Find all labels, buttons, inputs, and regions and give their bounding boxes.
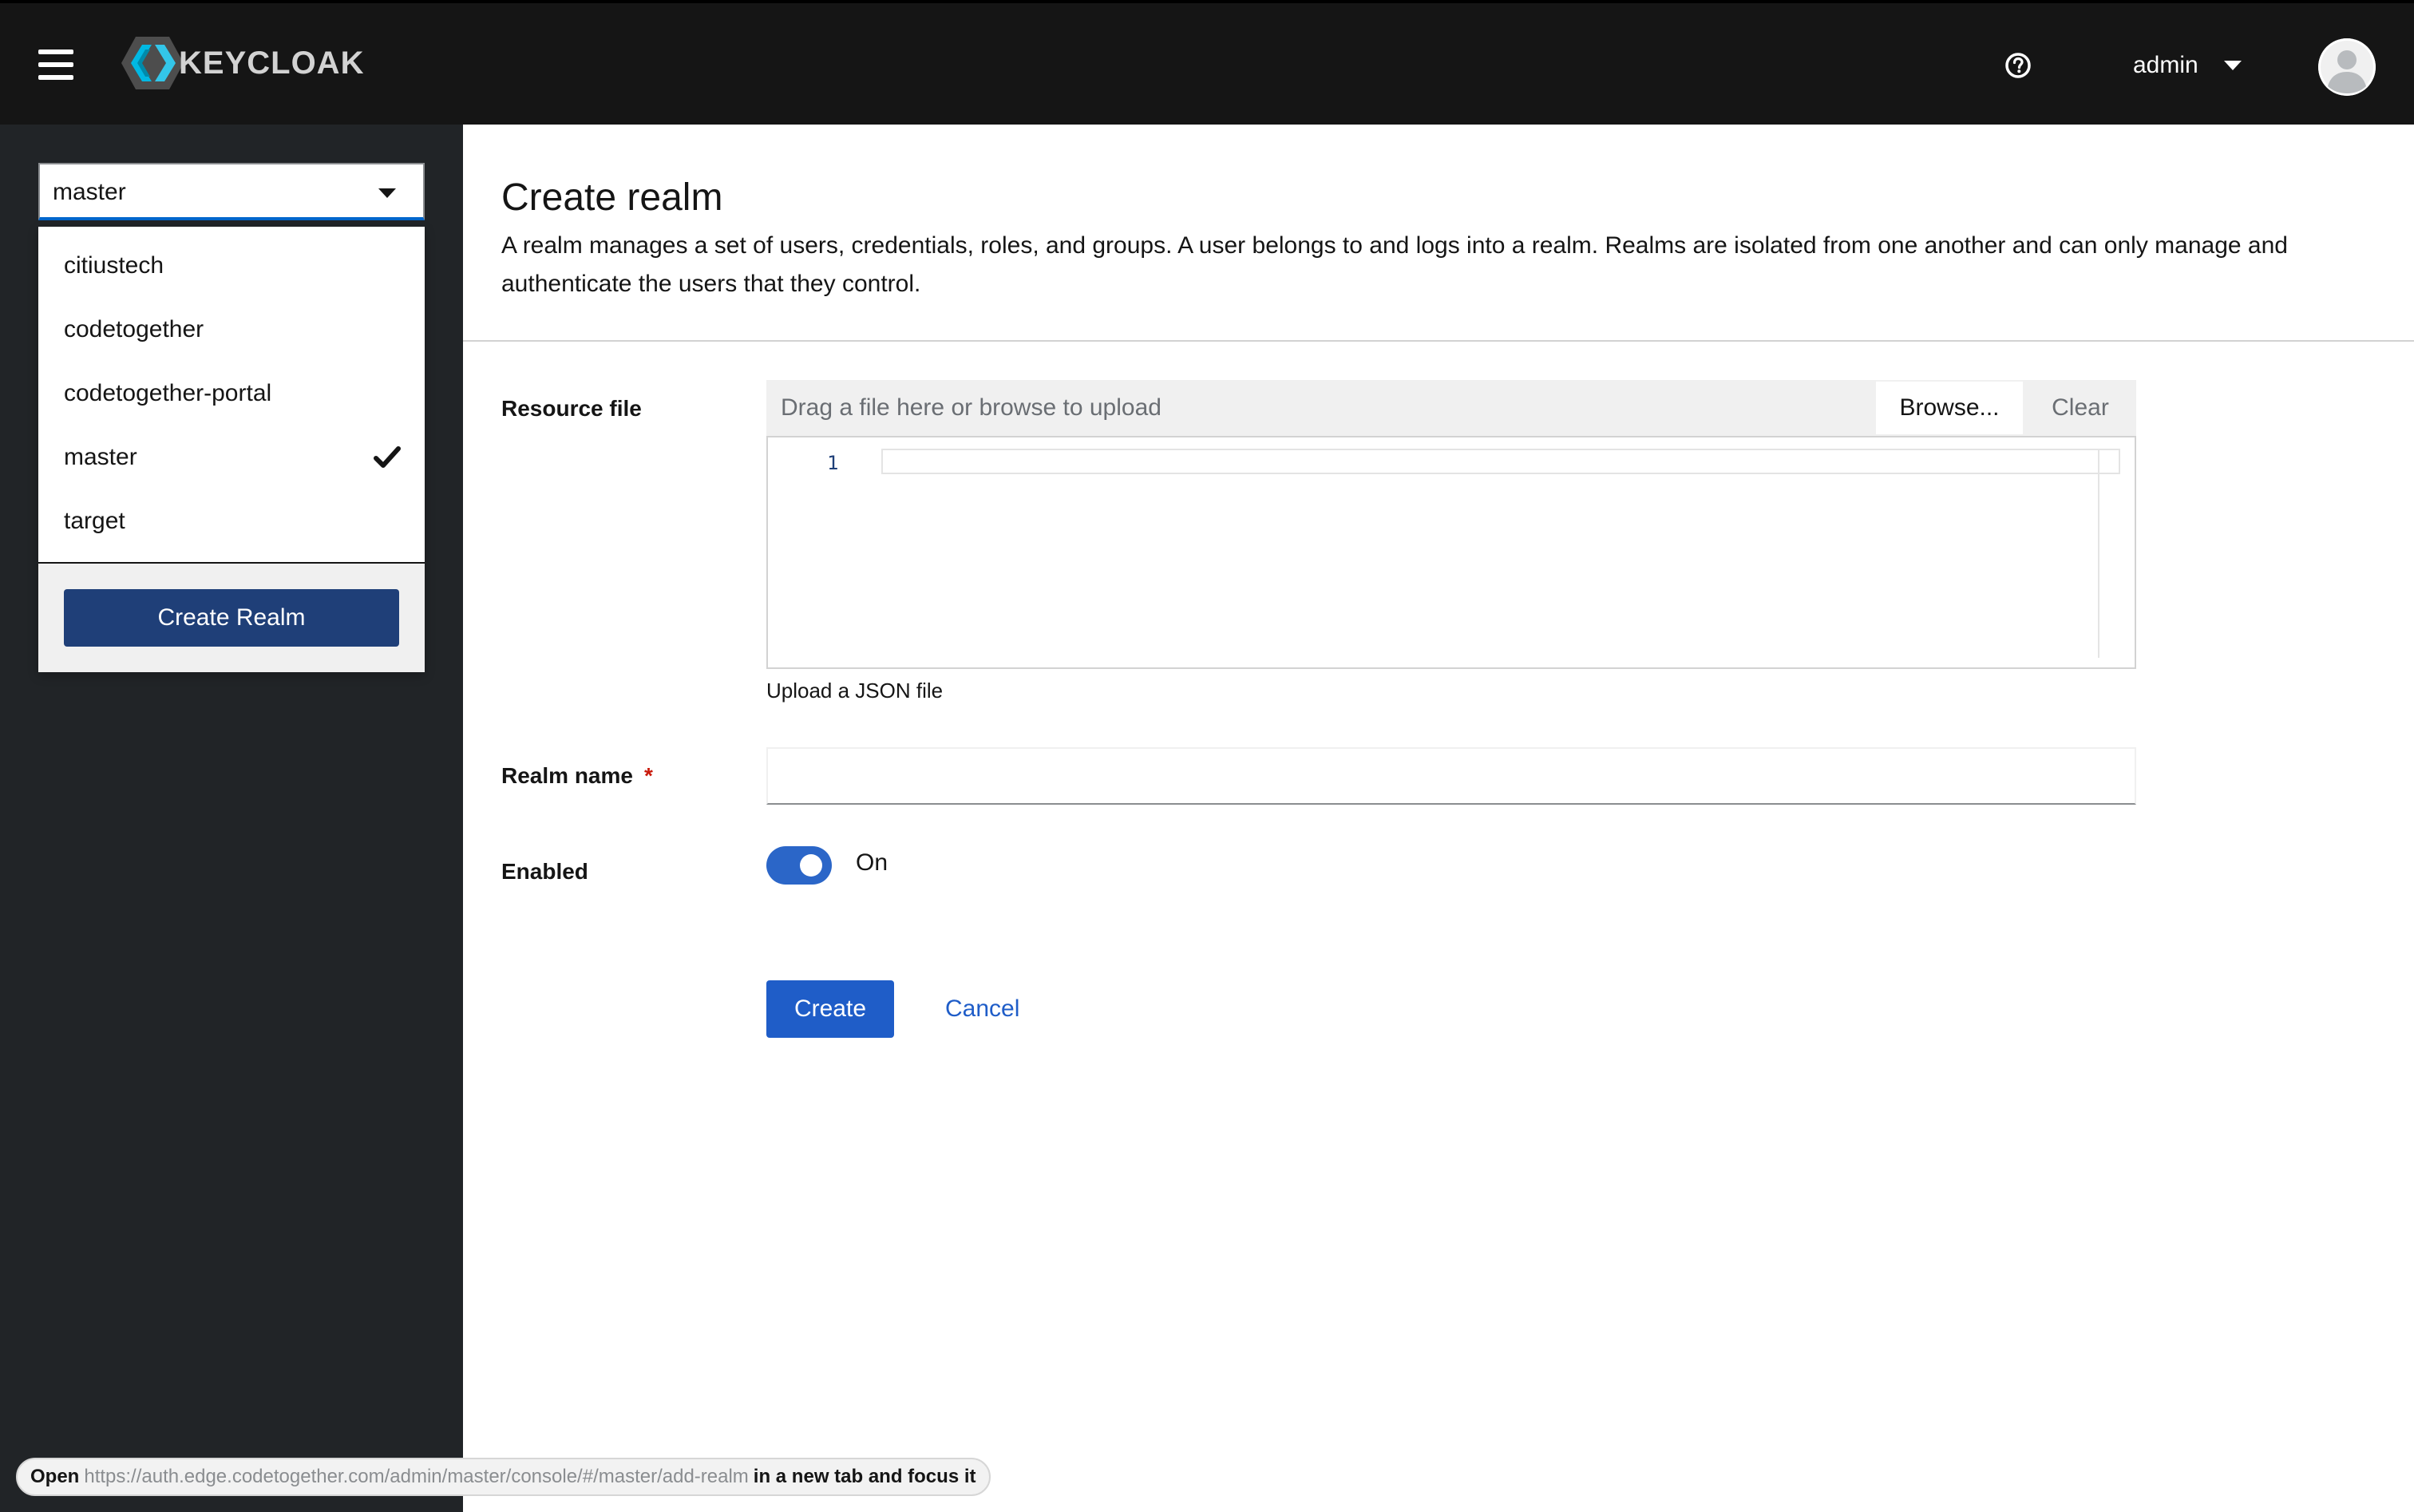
user-menu-toggle[interactable]: admin xyxy=(2133,45,2242,86)
upload-helper-text: Upload a JSON file xyxy=(766,679,944,703)
page-description: A realm manages a set of users, credenti… xyxy=(501,232,2288,297)
realm-item-codetogether-portal[interactable]: codetogether-portal xyxy=(38,362,425,426)
clear-button[interactable]: Clear xyxy=(2024,380,2136,436)
realm-item-label: citiustech xyxy=(64,252,164,279)
realm-menu-footer: Create Realm xyxy=(38,564,425,672)
status-suffix: in a new tab and focus it xyxy=(753,1466,976,1487)
realm-item-label: master xyxy=(64,444,137,470)
realm-dropdown-menu: citiustech codetogether codetogether-por… xyxy=(38,227,425,672)
editor-line-number: 1 xyxy=(827,452,839,474)
realm-name-label-text: Realm name xyxy=(501,763,633,788)
realm-item-codetogether[interactable]: codetogether xyxy=(38,299,425,362)
hamburger-menu-icon[interactable] xyxy=(38,49,75,81)
realm-item-master[interactable]: master xyxy=(38,426,425,490)
enabled-state-label: On xyxy=(856,849,888,876)
enabled-switch[interactable] xyxy=(766,846,832,885)
file-upload-dropzone[interactable]: Drag a file here or browse to upload xyxy=(766,380,1874,436)
realm-name-label: Realm name * xyxy=(501,763,653,789)
realm-item-label: codetogether xyxy=(64,316,204,342)
realm-list: citiustech codetogether codetogether-por… xyxy=(38,227,425,562)
create-realm-button[interactable]: Create Realm xyxy=(64,589,399,647)
file-upload: Drag a file here or browse to upload Bro… xyxy=(766,380,2136,436)
editor-active-line[interactable] xyxy=(881,449,2120,474)
user-avatar-icon xyxy=(2318,38,2376,96)
help-icon[interactable] xyxy=(2004,51,2032,80)
caret-down-icon xyxy=(378,188,396,198)
json-code-editor[interactable]: 1 xyxy=(766,436,2136,669)
create-button[interactable]: Create xyxy=(766,980,894,1038)
main-content: Create realm A realm manages a set of us… xyxy=(463,125,2414,1512)
browse-button[interactable]: Browse... xyxy=(1874,380,2024,436)
realm-selector[interactable]: master xyxy=(38,163,425,220)
switch-knob xyxy=(800,854,822,877)
realm-item-citiustech[interactable]: citiustech xyxy=(38,235,425,299)
realm-item-label: target xyxy=(64,508,125,534)
enabled-label: Enabled xyxy=(501,859,588,884)
user-name: admin xyxy=(2133,52,2198,78)
page-header: Create realm A realm manages a set of us… xyxy=(463,125,2414,342)
check-icon xyxy=(374,446,401,468)
link-status-tooltip: Open https://auth.edge.codetogether.com/… xyxy=(16,1458,991,1496)
required-marker: * xyxy=(643,763,653,788)
status-prefix: Open xyxy=(30,1466,80,1487)
realm-item-label: codetogether-portal xyxy=(64,380,272,406)
sidebar: master citiustech codetogether codetoget… xyxy=(0,125,463,1512)
keycloak-logo-icon xyxy=(121,37,184,89)
resource-file-label: Resource file xyxy=(501,396,642,421)
logo-text: KEYCLOAK xyxy=(179,45,365,81)
masthead: KEYCLOAK admin xyxy=(0,0,2414,125)
realm-name-input[interactable] xyxy=(766,747,2136,805)
keycloak-logo[interactable]: KEYCLOAK xyxy=(120,35,364,91)
editor-scrollbar[interactable] xyxy=(2098,449,2099,658)
realm-item-target[interactable]: target xyxy=(38,490,425,554)
realm-selector-value: master xyxy=(53,179,126,205)
chevron-down-icon xyxy=(2223,61,2242,70)
cancel-button[interactable]: Cancel xyxy=(936,980,1029,1038)
avatar[interactable] xyxy=(2318,38,2376,96)
status-url: https://auth.edge.codetogether.com/admin… xyxy=(84,1466,749,1487)
page-title: Create realm xyxy=(501,176,723,219)
